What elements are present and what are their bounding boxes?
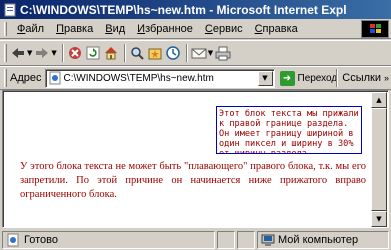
address-dropdown-icon[interactable]: ▼ (257, 70, 273, 86)
browser-window: C:\WINDOWS\TEMP\hs~new.htm - Microsoft I… (0, 0, 391, 250)
scroll-down-icon[interactable]: ▼ (371, 211, 387, 227)
menu-tools-label: ервис (212, 22, 243, 35)
favorites-icon (148, 48, 162, 60)
menu-grip[interactable] (4, 21, 7, 36)
address-input[interactable]: C:\WINDOWS\TEMP\hs~new.htm ▼ (44, 68, 275, 88)
history-button[interactable] (165, 42, 181, 64)
toolbar-separator (123, 44, 126, 62)
window-title: C:\WINDOWS\TEMP\hs~new.htm - Microsoft I… (20, 2, 347, 17)
address-url[interactable]: C:\WINDOWS\TEMP\hs~new.htm (64, 73, 258, 84)
menu-view-accel: В (105, 22, 113, 35)
status-pane-security (237, 230, 255, 249)
address-bar: Адрес C:\WINDOWS\TEMP\hs~new.htm ▼ ➜ Пер… (0, 66, 391, 90)
home-icon (104, 47, 117, 60)
home-button[interactable] (103, 42, 119, 64)
links-label: Ссылки (342, 72, 381, 84)
print-button[interactable] (215, 42, 231, 64)
menu-help[interactable]: Справка (249, 23, 304, 35)
menu-help-accel: С (254, 22, 263, 35)
scroll-up-icon[interactable]: ▲ (371, 92, 387, 108)
menu-tools-accel: С (204, 22, 213, 35)
menu-view-label: ид (112, 22, 126, 35)
zone-label: Мой компьютер (278, 233, 359, 246)
back-icon (12, 48, 24, 58)
menu-edit-accel: П (56, 22, 64, 35)
go-arrow-icon: ➜ (279, 70, 295, 86)
print-icon (215, 46, 231, 61)
refresh-icon (86, 46, 100, 60)
menu-view[interactable]: Вид (99, 23, 131, 35)
menu-help-label: правка (262, 22, 298, 35)
forward-icon (36, 48, 49, 58)
menu-edit-label: равка (63, 22, 94, 35)
history-icon (166, 46, 180, 60)
body-paragraph: У этого блока текста не может быть "плав… (20, 161, 366, 200)
menu-favorites-label: збранное (145, 22, 193, 35)
mail-dropdown-icon[interactable]: ▼ (208, 49, 213, 57)
toolbar-separator (185, 44, 188, 62)
back-dropdown-icon[interactable]: ▼ (27, 49, 32, 57)
links-button[interactable]: Ссылки » (333, 69, 389, 87)
toolbar-grip[interactable] (4, 44, 7, 62)
address-label: Адрес (10, 72, 42, 84)
status-pane-progress (217, 230, 235, 249)
standard-toolbar: ▼ ▼ ▼ (0, 40, 391, 66)
forward-button[interactable]: ▼ (34, 42, 57, 64)
go-button[interactable]: ➜ Переход (279, 70, 338, 86)
stop-icon (68, 47, 81, 59)
links-chevron-icon: » (383, 73, 389, 83)
zone-pane: Мой компьютер (257, 230, 389, 249)
favorites-button[interactable] (147, 42, 163, 64)
menu-edit[interactable]: Правка (50, 23, 99, 35)
title-bar[interactable]: C:\WINDOWS\TEMP\hs~new.htm - Microsoft I… (0, 0, 391, 19)
status-text-pane: Готово (2, 230, 215, 249)
toolbar-separator (61, 44, 64, 62)
links-separator (336, 69, 339, 87)
right-aligned-text-box: Этот блок текста мы прижали к правой гра… (216, 106, 362, 154)
menu-favorites[interactable]: Избранное (131, 23, 199, 35)
vertical-scrollbar[interactable]: ▲ ▼ (371, 92, 387, 227)
menu-file[interactable]: Файл (11, 23, 50, 35)
search-icon (131, 47, 144, 60)
menu-file-label: айл (25, 22, 45, 35)
menu-bar: Файл Правка Вид Избранное Сервис Справка (0, 19, 391, 39)
menu-favorites-accel: И (137, 22, 146, 35)
go-label: Переход (297, 72, 338, 84)
scroll-thumb[interactable] (371, 108, 387, 211)
document-icon (4, 3, 16, 16)
windows-logo-icon (361, 20, 389, 38)
search-button[interactable] (129, 42, 145, 64)
page-content: Этот блок текста мы прижали к правой гра… (2, 90, 389, 228)
status-bar: Готово Мой компьютер (0, 229, 391, 250)
refresh-button[interactable] (85, 42, 101, 64)
forward-dropdown-icon[interactable]: ▼ (51, 49, 56, 57)
my-computer-icon (261, 234, 275, 246)
menu-tools[interactable]: Сервис (199, 23, 249, 35)
mail-icon (191, 48, 207, 59)
done-page-icon (7, 233, 19, 246)
stop-button[interactable] (67, 42, 83, 64)
page-icon (49, 71, 60, 85)
mail-button[interactable]: ▼ (191, 42, 213, 64)
address-grip[interactable] (4, 69, 7, 87)
status-text: Готово (24, 233, 58, 246)
back-button[interactable]: ▼ (10, 42, 32, 64)
